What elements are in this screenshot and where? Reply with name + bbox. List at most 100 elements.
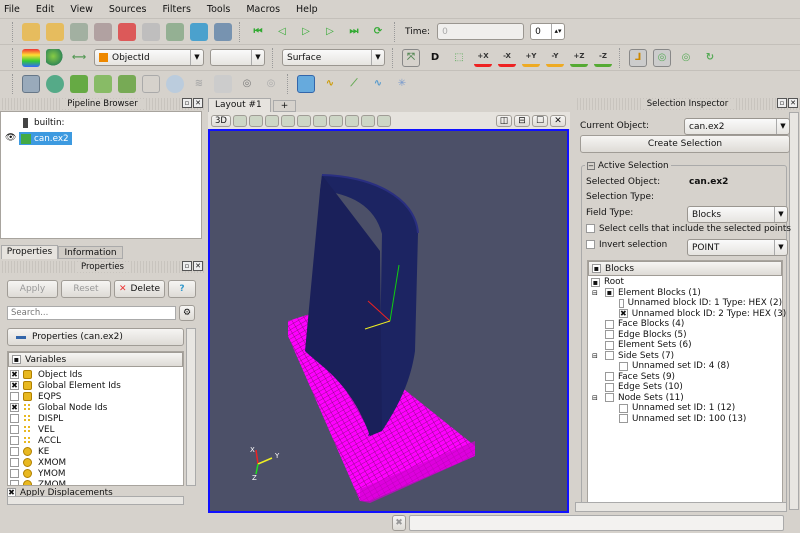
maximize-button[interactable]: ☐ <box>532 114 548 127</box>
next-frame-icon[interactable]: ▷ <box>321 23 339 41</box>
checkbox[interactable] <box>605 372 614 382</box>
visibility-eye-icon[interactable]: 👁 <box>5 133 16 143</box>
block-tree-item[interactable]: Face Blocks (4) <box>588 319 782 330</box>
glyph-icon[interactable] <box>166 74 184 93</box>
active-selection-title[interactable]: − Active Selection <box>585 160 671 171</box>
checkbox[interactable] <box>619 361 628 371</box>
block-tree-item[interactable]: Unnamed set ID: 1 (12) <box>588 403 782 414</box>
menu-filters[interactable]: Filters <box>162 4 190 15</box>
select-points-frustum-icon[interactable] <box>313 114 327 127</box>
tab-layout-1[interactable]: Layout #1 ✕ <box>208 98 271 123</box>
pipeline-item-builtin[interactable]: builtin: <box>23 117 64 128</box>
checkbox[interactable] <box>605 382 614 392</box>
contour-icon[interactable] <box>46 74 64 93</box>
block-tree-item[interactable]: ✖ Unnamed block ID: 2 Type: HEX (3) <box>588 309 786 320</box>
rescale-range-icon[interactable]: ⟷ <box>70 49 88 67</box>
checkbox[interactable]: ▪ <box>591 277 600 287</box>
tab-properties[interactable]: Properties <box>1 245 58 259</box>
calculator-icon[interactable] <box>22 74 40 93</box>
menu-sources[interactable]: Sources <box>109 4 147 15</box>
split-vertical-button[interactable]: ⊟ <box>514 114 530 127</box>
checkbox[interactable]: ✖ <box>10 403 19 412</box>
variable-row[interactable]: XMOM <box>10 457 183 468</box>
checkbox[interactable] <box>605 319 614 329</box>
zoom-to-box-icon[interactable]: ⬚ <box>450 49 468 67</box>
create-selection-button[interactable]: Create Selection <box>580 135 790 153</box>
expand-icon[interactable]: ⊟ <box>592 394 598 402</box>
checkbox[interactable] <box>10 447 19 456</box>
variable-row[interactable]: ✖ Global Node Ids <box>10 402 183 413</box>
add-layout-button[interactable]: + <box>273 100 296 112</box>
threshold-icon[interactable] <box>118 74 136 93</box>
last-frame-icon[interactable]: ⏭ <box>345 23 363 41</box>
zoom-to-data-icon[interactable]: D <box>426 49 444 67</box>
block-tree-item[interactable]: Edge Sets (10) <box>588 382 782 393</box>
checkbox[interactable]: ▪ <box>605 288 614 298</box>
select-block-icon[interactable] <box>329 114 343 127</box>
find-data-icon[interactable] <box>166 22 184 41</box>
float-icon[interactable]: ▫ <box>777 98 787 108</box>
current-object-select[interactable]: can.ex2 ▼ <box>684 118 790 135</box>
camera-minus-y-button[interactable]: -Y <box>546 49 564 67</box>
previous-frame-icon[interactable]: ◁ <box>273 23 291 41</box>
expand-icon[interactable]: ⊟ <box>592 289 598 297</box>
select-cells-on-icon[interactable] <box>265 114 279 127</box>
interactive-select-points-icon[interactable] <box>345 114 359 127</box>
menu-view[interactable]: View <box>70 4 93 15</box>
search-input[interactable] <box>7 306 176 320</box>
color-by-select[interactable]: ObjectId ▼ <box>94 49 204 66</box>
variables-header[interactable]: ▪ Variables <box>8 352 183 367</box>
float-icon[interactable]: ▫ <box>182 98 192 108</box>
clear-selection-icon[interactable] <box>377 114 391 127</box>
capture-screenshot-icon[interactable] <box>233 114 247 127</box>
checkbox[interactable] <box>619 403 628 413</box>
play-icon[interactable]: ▷ <box>297 23 315 41</box>
block-tree-item[interactable]: Edge Blocks (5) <box>588 330 782 341</box>
selection-display-icon[interactable] <box>297 74 315 93</box>
open-recent-icon[interactable] <box>46 22 64 41</box>
checkbox[interactable] <box>10 436 19 445</box>
variable-row[interactable]: VEL <box>10 424 183 435</box>
variable-row[interactable]: ✖ Object Ids <box>10 369 183 380</box>
camera-plusminus-y-button[interactable]: +Y <box>522 49 540 67</box>
warp-by-vector-icon[interactable] <box>214 74 232 93</box>
extract-level-icon[interactable]: ◎ <box>262 75 280 93</box>
select-points-on-icon[interactable] <box>281 114 295 127</box>
block-tree-item[interactable]: Unnamed set ID: 100 (13) <box>588 414 782 425</box>
reset-center-icon[interactable]: ◎ <box>677 49 695 67</box>
time-index-spinbox[interactable]: 0 ▴▾ <box>530 23 566 40</box>
inspector-scrollbar[interactable] <box>789 112 799 510</box>
block-tree-item[interactable]: ▪ Root <box>588 277 782 288</box>
variable-row[interactable]: EQPS <box>10 391 183 402</box>
variable-row[interactable]: ✖ Global Element Ids <box>10 380 183 391</box>
plot-data-icon[interactable]: ∿ <box>369 75 387 93</box>
menu-tools[interactable]: Tools <box>207 4 230 15</box>
menu-help[interactable]: Help <box>296 4 318 15</box>
stream-tracer-icon[interactable]: ≋ <box>190 75 208 93</box>
block-tree-item[interactable]: ⊟ Node Sets (11) <box>588 393 782 404</box>
menu-file[interactable]: File <box>4 4 20 15</box>
3d-scene[interactable]: X Y Z <box>210 131 567 511</box>
variable-row[interactable]: DISPL <box>10 413 183 424</box>
variable-row[interactable]: YMOM <box>10 468 183 479</box>
header-checkbox[interactable]: ▪ <box>592 264 601 273</box>
help-button[interactable]: ? <box>168 280 196 298</box>
clip-icon[interactable] <box>70 74 88 93</box>
checkbox[interactable] <box>605 330 614 340</box>
reset-camera-icon[interactable]: ⤧ <box>402 48 420 67</box>
edit-color-map-icon[interactable] <box>46 48 64 67</box>
pick-center-icon[interactable]: ↻ <box>701 49 719 67</box>
view-mode-3d-button[interactable]: 3D <box>211 114 231 127</box>
field-type-select[interactable]: POINT ▼ <box>687 239 788 256</box>
checkbox[interactable] <box>10 425 19 434</box>
header-checkbox[interactable]: ▪ <box>12 355 21 364</box>
checkbox[interactable] <box>10 392 19 401</box>
block-tree-item[interactable]: Unnamed set ID: 4 (8) <box>588 361 782 372</box>
checkbox[interactable] <box>619 414 628 424</box>
color-legend-icon[interactable] <box>22 48 40 67</box>
delete-button[interactable]: ✕ Delete <box>114 280 165 298</box>
representation-select[interactable]: Surface ▼ <box>282 49 385 66</box>
block-tree-item[interactable]: Face Sets (9) <box>588 372 782 383</box>
properties-scrollbar[interactable] <box>186 328 196 486</box>
checkbox[interactable] <box>619 298 624 308</box>
